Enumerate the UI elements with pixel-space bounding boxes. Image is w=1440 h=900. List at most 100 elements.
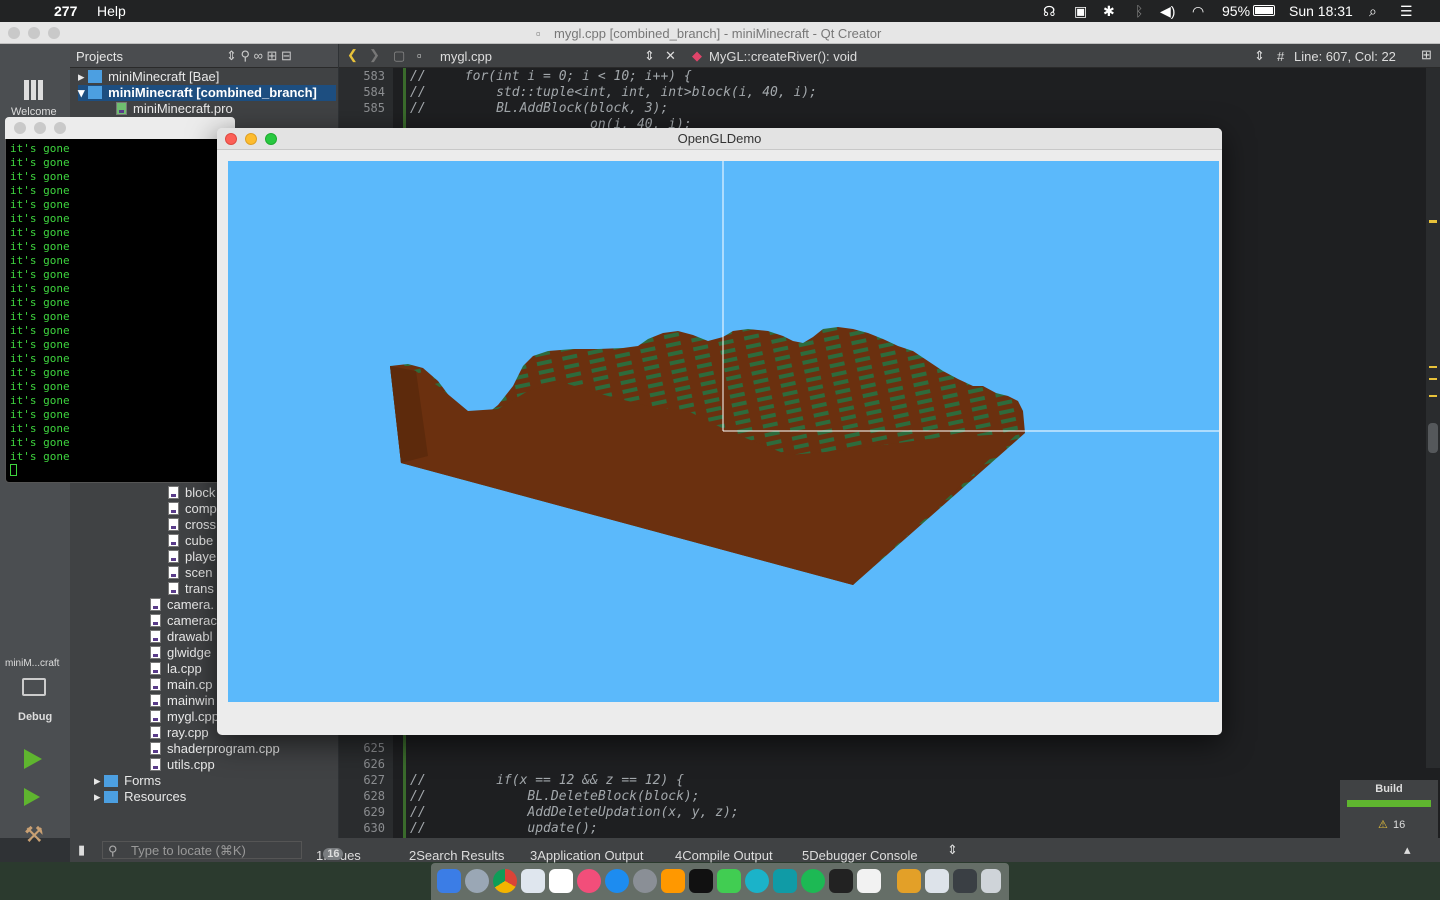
- editor-scrollbar[interactable]: [1426, 68, 1440, 768]
- itunes-icon[interactable]: [577, 869, 601, 893]
- build-hammer-icon[interactable]: ⚒: [24, 822, 44, 848]
- tree-row-file[interactable]: mainwin: [150, 693, 215, 709]
- battery-percent[interactable]: 95%: [1222, 3, 1250, 19]
- chevron-updown-icon[interactable]: ⇕: [644, 48, 655, 64]
- sublime-text-icon[interactable]: [661, 869, 685, 893]
- scrollbar-thumb[interactable]: [1428, 423, 1438, 453]
- monitor-icon[interactable]: [22, 678, 46, 696]
- close-file-icon[interactable]: ✕: [665, 48, 676, 64]
- tree-row-file[interactable]: drawabl: [150, 629, 213, 645]
- tree-row-file[interactable]: scen: [168, 565, 212, 581]
- menu-clock[interactable]: Sun 18:31: [1289, 3, 1353, 19]
- projects-toolbar-icons[interactable]: ⇕ ⚲ ∞ ⊞ ⊟: [226, 48, 292, 64]
- tab-search-results[interactable]: 2 Search Results: [409, 843, 504, 863]
- tree-row-file[interactable]: block: [168, 485, 215, 501]
- chrome-icon[interactable]: [493, 869, 517, 893]
- console-icon[interactable]: [829, 869, 853, 893]
- chevron-updown-icon[interactable]: ⇕: [1254, 48, 1265, 64]
- code-line[interactable]: // if(x == 12 && z == 12) {: [410, 773, 684, 788]
- tree-row-file[interactable]: la.cpp: [150, 661, 202, 677]
- close-button[interactable]: [225, 133, 237, 145]
- opengl-titlebar[interactable]: OpenGLDemo: [217, 128, 1222, 150]
- tree-row-project-bae[interactable]: ▸ miniMinecraft [Bae]: [78, 69, 219, 85]
- tree-row-file[interactable]: glwidge: [150, 645, 211, 661]
- build-progress-panel[interactable]: Build ⚠ 16: [1340, 780, 1438, 838]
- tree-row-file[interactable]: mygl.cpp: [150, 709, 219, 725]
- function-selector[interactable]: MyGL::createRiver(): void: [709, 49, 857, 64]
- debug-mode[interactable]: Debug: [18, 711, 52, 723]
- bluetooth-icon[interactable]: ᛒ: [1135, 3, 1143, 19]
- run-icon[interactable]: [24, 749, 42, 769]
- tree-row-pro-file[interactable]: miniMinecraft.pro: [116, 101, 233, 117]
- wifi-icon[interactable]: ◠: [1192, 3, 1204, 20]
- minimize-button[interactable]: [245, 133, 257, 145]
- app-window-icon[interactable]: [953, 869, 977, 893]
- notification-center-icon[interactable]: ☰: [1400, 3, 1413, 20]
- tree-row-file[interactable]: camera.: [150, 597, 214, 613]
- code-line[interactable]: // for(int i = 0; i < 10; i++) {: [410, 69, 692, 84]
- trash-icon[interactable]: [981, 869, 1001, 893]
- split-icon[interactable]: ⊞: [1421, 47, 1432, 63]
- mplus-icon[interactable]: [745, 869, 769, 893]
- projects-header[interactable]: Projects: [76, 49, 123, 64]
- finder-icon[interactable]: [437, 869, 461, 893]
- tree-row-project-combined[interactable]: ▾ miniMinecraft [combined_branch]: [78, 85, 336, 101]
- terminal-app-icon[interactable]: [689, 869, 713, 893]
- welcome-icon[interactable]: [24, 80, 44, 100]
- tree-row-file[interactable]: comp: [168, 501, 217, 517]
- maximize-output-icon[interactable]: ▴: [1404, 842, 1411, 858]
- locator-placeholder[interactable]: Type to locate (⌘K): [131, 843, 246, 859]
- tree-row-file[interactable]: trans: [168, 581, 214, 597]
- zoom-button[interactable]: [54, 122, 66, 134]
- qt-creator-icon[interactable]: [717, 869, 741, 893]
- preview-icon[interactable]: [521, 869, 545, 893]
- toggle-sidebar-icon[interactable]: ▮: [78, 842, 85, 858]
- tree-row-file[interactable]: cube: [168, 533, 213, 549]
- tree-row-file[interactable]: camerac: [150, 613, 217, 629]
- zoom-button[interactable]: [265, 133, 277, 145]
- code-line[interactable]: // std::tuple<int, int, int>block(i, 40,…: [410, 85, 817, 100]
- menu-help[interactable]: Help: [97, 3, 126, 19]
- open-file-selector[interactable]: mygl.cpp: [440, 49, 492, 64]
- opengl-canvas[interactable]: [228, 161, 1219, 702]
- system-preferences-icon[interactable]: [633, 869, 657, 893]
- launchpad-icon[interactable]: [465, 869, 489, 893]
- volume-icon[interactable]: ◀): [1160, 3, 1175, 20]
- code-line[interactable]: // update();: [410, 821, 598, 836]
- app-store-icon[interactable]: [605, 869, 629, 893]
- tab-issues[interactable]: 1 Issues 16: [316, 843, 361, 863]
- code-line[interactable]: // BL.DeleteBlock(block);: [410, 789, 700, 804]
- debug-run-icon[interactable]: [24, 788, 40, 806]
- windows-icon[interactable]: [925, 869, 949, 893]
- tab-application-output[interactable]: 3 Application Output: [530, 843, 643, 863]
- terminal-titlebar[interactable]: [5, 117, 235, 139]
- calendar-icon[interactable]: [549, 869, 573, 893]
- tree-row-folder-resources[interactable]: ▸ Resources: [94, 789, 186, 805]
- spotify-icon[interactable]: [801, 869, 825, 893]
- nav-forward-icon[interactable]: ❯: [369, 47, 380, 63]
- spotlight-icon[interactable]: ⌕: [1369, 3, 1377, 20]
- airdrop-icon[interactable]: ☊: [1043, 3, 1055, 20]
- close-button[interactable]: [14, 122, 26, 134]
- tree-row-file[interactable]: cross: [168, 517, 216, 533]
- script-icon[interactable]: [857, 869, 881, 893]
- nav-back-icon[interactable]: ❮: [347, 47, 358, 63]
- archive-icon[interactable]: [897, 869, 921, 893]
- tree-row-file[interactable]: playe: [168, 549, 216, 565]
- minimize-button[interactable]: [34, 122, 46, 134]
- tree-row-file[interactable]: ray.cpp: [150, 725, 209, 741]
- tools-icon[interactable]: ✱: [1103, 3, 1115, 20]
- cursor-position[interactable]: Line: 607, Col: 22: [1294, 49, 1396, 64]
- maps-icon[interactable]: [773, 869, 797, 893]
- display-icon[interactable]: ▣: [1074, 3, 1087, 20]
- tree-row-file[interactable]: shaderprogram.cpp: [150, 741, 280, 757]
- tree-row-file[interactable]: main.cp: [150, 677, 213, 693]
- tab-debugger-console[interactable]: 5 Debugger Console: [802, 843, 918, 863]
- code-line[interactable]: // AddDeleteUpdation(x, y, z);: [410, 805, 739, 820]
- tree-row-file[interactable]: utils.cpp: [150, 757, 215, 773]
- code-line[interactable]: // BL.AddBlock(block, 3);: [410, 101, 668, 116]
- tab-compile-output[interactable]: 4 Compile Output: [675, 843, 773, 863]
- kit-selector[interactable]: miniM...craft: [5, 658, 59, 669]
- menu-app-name[interactable]: 277: [54, 3, 77, 19]
- chevron-updown-icon[interactable]: ⇕: [947, 842, 958, 858]
